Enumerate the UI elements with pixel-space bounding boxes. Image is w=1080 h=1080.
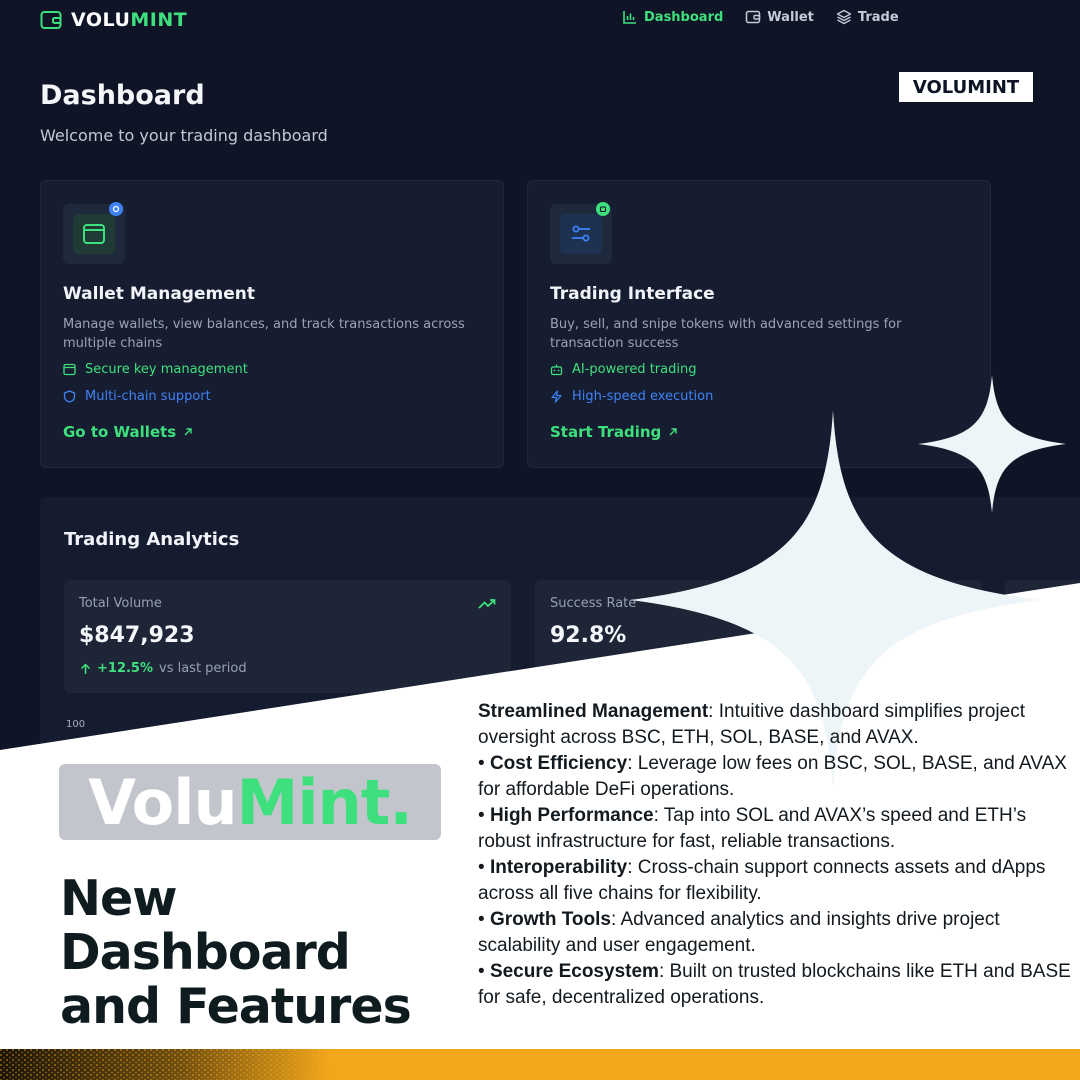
wallet-card-title: Wallet Management (63, 284, 255, 304)
feature-secure-key: Secure key management (63, 362, 248, 377)
bullet-item: • High Performance: Tap into SOL and AVA… (478, 805, 1027, 852)
robot-icon (550, 364, 563, 376)
wallet-card-description: Manage wallets, view balances, and track… (63, 317, 465, 351)
change-period: vs last period (159, 661, 247, 676)
trading-card-title: Trading Interface (550, 284, 715, 304)
app-logo[interactable]: VOLUMINT (40, 8, 187, 32)
banner-text-a: Volu (88, 765, 238, 839)
trading-card-description: Buy, sell, and snipe tokens with advance… (550, 317, 902, 351)
bullet-item: • Interoperability: Cross-chain support … (478, 857, 1046, 904)
promo-headline: New Dashboard and Features (60, 872, 480, 1034)
feature-high-speed: High-speed execution (550, 389, 713, 404)
feature-bullet-list: Streamlined Management: Intuitive dashbo… (478, 699, 1078, 1011)
bar-chart-icon (623, 11, 636, 24)
banner-text-b: Mint. (236, 765, 413, 839)
success-rate-card: Success Rate 92.8% (535, 580, 982, 693)
feature-ai-trading: AI-powered trading (550, 362, 696, 377)
logo-text: VOLUMINT (71, 9, 188, 31)
chart-y-tick: 100 (66, 719, 86, 730)
wallet-icon (83, 224, 105, 244)
page-title: Dashboard (40, 80, 205, 111)
link-label: Go to Wallets (63, 423, 177, 441)
status-dot-badge (596, 202, 610, 216)
trending-up-icon (478, 599, 496, 609)
key-card-icon (63, 363, 76, 376)
volumint-brand-banner: Volu Mint. (59, 764, 441, 840)
trading-card-icon-tile (550, 202, 612, 264)
analytics-title: Trading Analytics (64, 529, 240, 550)
wallet-logo-icon (40, 11, 62, 29)
stat-value: 92.8% (550, 623, 627, 648)
arrow-up-icon (80, 662, 91, 674)
nav-wallet[interactable]: Wallet (745, 9, 814, 25)
nav-wallet-label: Wallet (767, 9, 814, 25)
bullet-item: Streamlined Management: Intuitive dashbo… (478, 701, 1025, 748)
link-label: Start Trading (550, 423, 662, 441)
start-trading-link[interactable]: Start Trading (550, 423, 678, 441)
headline-line-1: New Dashboard (60, 870, 351, 981)
headline-line-2: and Features (60, 978, 412, 1035)
stat-value: $847,923 (79, 623, 195, 648)
feature-label: AI-powered trading (572, 362, 697, 377)
arrow-up-right-icon (184, 428, 192, 436)
nav-dashboard-label: Dashboard (644, 9, 724, 25)
stat-label: Total Volume (79, 596, 162, 611)
feature-label: High-speed execution (572, 389, 714, 404)
top-nav: Dashboard Wallet Trade (622, 9, 899, 25)
lightning-icon (551, 390, 562, 403)
grunge-texture (0, 1049, 330, 1080)
feature-label: Multi-chain support (85, 389, 211, 404)
nav-trade-label: Trade (857, 9, 899, 25)
arrow-up-right-icon (669, 428, 677, 436)
stat-label: Success Rate (550, 596, 637, 611)
total-volume-card: Total Volume $847,923 +12.5% vs last per… (64, 580, 511, 693)
shield-icon (63, 390, 76, 403)
nav-dashboard[interactable]: Dashboard (622, 9, 723, 25)
go-to-wallets-link[interactable]: Go to Wallets (63, 423, 193, 441)
sliders-icon (572, 225, 590, 242)
bullet-item: • Growth Tools: Advanced analytics and i… (478, 909, 1000, 956)
bullet-item: • Cost Efficiency: Leverage low fees on … (478, 753, 1067, 800)
wallet-icon (746, 10, 761, 24)
feature-multi-chain: Multi-chain support (63, 389, 211, 404)
bullet-item: • Secure Ecosystem: Built on trusted blo… (478, 961, 1071, 1008)
page-subtitle: Welcome to your trading dashboard (40, 126, 328, 145)
brand-badge: VOLUMINT (899, 72, 1033, 102)
feature-label: Secure key management (85, 362, 248, 377)
stat-change: +12.5% vs last period (80, 661, 247, 676)
change-value: +12.5% (97, 661, 153, 676)
status-dot-badge (109, 202, 123, 216)
nav-trade[interactable]: Trade (836, 9, 899, 25)
layers-icon (836, 9, 852, 25)
wallet-card-icon-tile (63, 202, 125, 264)
next-stat-card (1005, 580, 1080, 693)
